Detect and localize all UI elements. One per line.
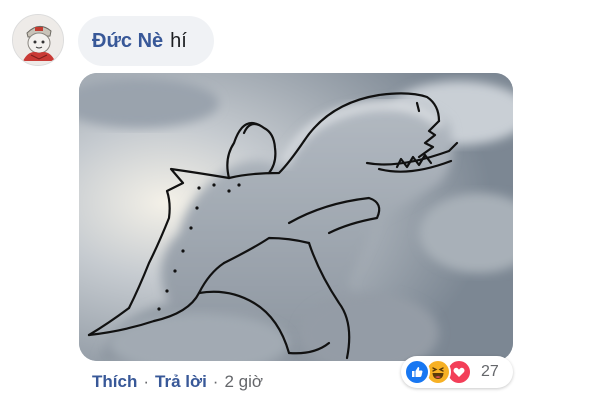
author-name[interactable]: Đức Nè bbox=[92, 30, 163, 53]
comment-item: Đức Nè hí Thích · Trả lời · 2 giờ 27 bbox=[0, 0, 600, 408]
comment-bubble: Đức Nè hí bbox=[78, 16, 214, 66]
like-icon bbox=[404, 359, 430, 385]
reactions-summary[interactable]: 27 bbox=[401, 356, 513, 388]
avatar-image bbox=[13, 15, 63, 65]
reaction-count: 27 bbox=[481, 363, 499, 380]
comment-actions: Thích · Trả lời · 2 giờ bbox=[92, 372, 263, 392]
separator: · bbox=[212, 372, 219, 391]
timestamp[interactable]: 2 giờ bbox=[224, 372, 263, 392]
separator: · bbox=[143, 372, 150, 391]
reply-link[interactable]: Trả lời bbox=[155, 372, 207, 392]
comment-text: hí bbox=[170, 29, 187, 52]
cloud-dinosaur-image bbox=[79, 73, 513, 361]
comment-photo[interactable] bbox=[79, 73, 513, 361]
avatar[interactable] bbox=[12, 14, 64, 66]
like-link[interactable]: Thích bbox=[92, 372, 137, 392]
